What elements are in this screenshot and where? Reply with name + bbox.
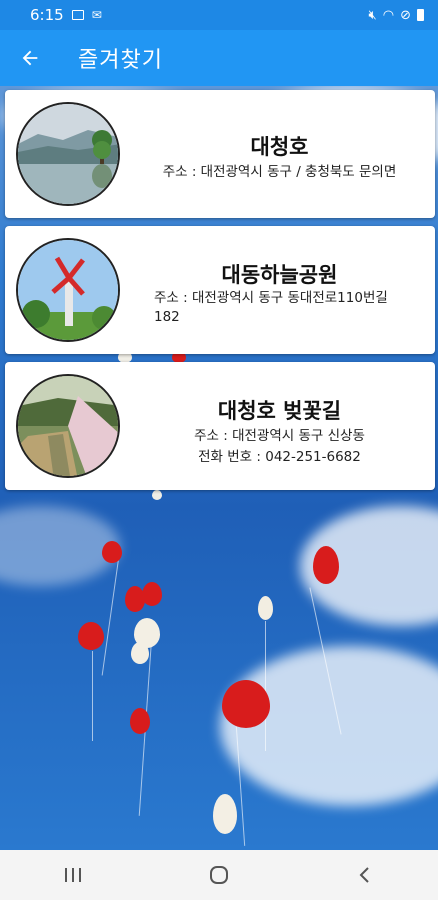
recent-apps-button[interactable] (43, 850, 103, 900)
app-bar: 즐겨찾기 (0, 30, 438, 86)
place-name: 대동하늘공원 (221, 263, 338, 287)
nav-back-button[interactable] (335, 850, 395, 900)
place-address: 주소 : 대전광역시 동구 신상동 (194, 428, 365, 444)
wifi-icon: ◠ (382, 7, 395, 23)
mail-notification-icon: ✉ (91, 8, 102, 22)
place-address-continued: 182 (154, 309, 180, 325)
place-thumbnail (16, 102, 120, 206)
place-thumbnail (16, 238, 120, 342)
home-button[interactable] (189, 850, 249, 900)
place-name: 대청호 벚꽃길 (217, 399, 342, 423)
place-address: 주소 : 대전광역시 동구 / 충청북도 문의면 (162, 164, 397, 180)
place-name: 대청호 (250, 135, 309, 159)
arrow-back-icon (22, 50, 38, 66)
gallery-notification-icon (71, 10, 84, 20)
back-button[interactable] (0, 30, 60, 86)
home-icon (210, 866, 228, 884)
place-address: 주소 : 대전광역시 동구 동대전로110번길 (154, 290, 388, 306)
mute-icon: 🔇︎ (368, 7, 377, 23)
do-not-disturb-icon: ⊘ (400, 7, 411, 23)
page-title: 즐겨찾기 (78, 48, 163, 73)
status-time: 6:15 (30, 6, 64, 24)
nav-back-icon (359, 867, 369, 883)
place-thumbnail (16, 374, 120, 478)
favorite-card[interactable]: 대동하늘공원 주소 : 대전광역시 동구 동대전로110번길 182 (5, 226, 435, 354)
favorite-card[interactable]: 대청호 주소 : 대전광역시 동구 / 충청북도 문의면 (5, 90, 435, 218)
favorite-card[interactable]: 대청호 벚꽃길 주소 : 대전광역시 동구 신상동 전화 번호 : 042-25… (5, 362, 435, 490)
place-phone: 전화 번호 : 042-251-6682 (198, 449, 361, 465)
status-bar: 6:15 ✉ 🔇︎ ◠ ⊘ (0, 0, 438, 30)
recent-apps-icon (65, 868, 81, 882)
system-navigation-bar (0, 850, 438, 900)
battery-icon (417, 9, 424, 21)
